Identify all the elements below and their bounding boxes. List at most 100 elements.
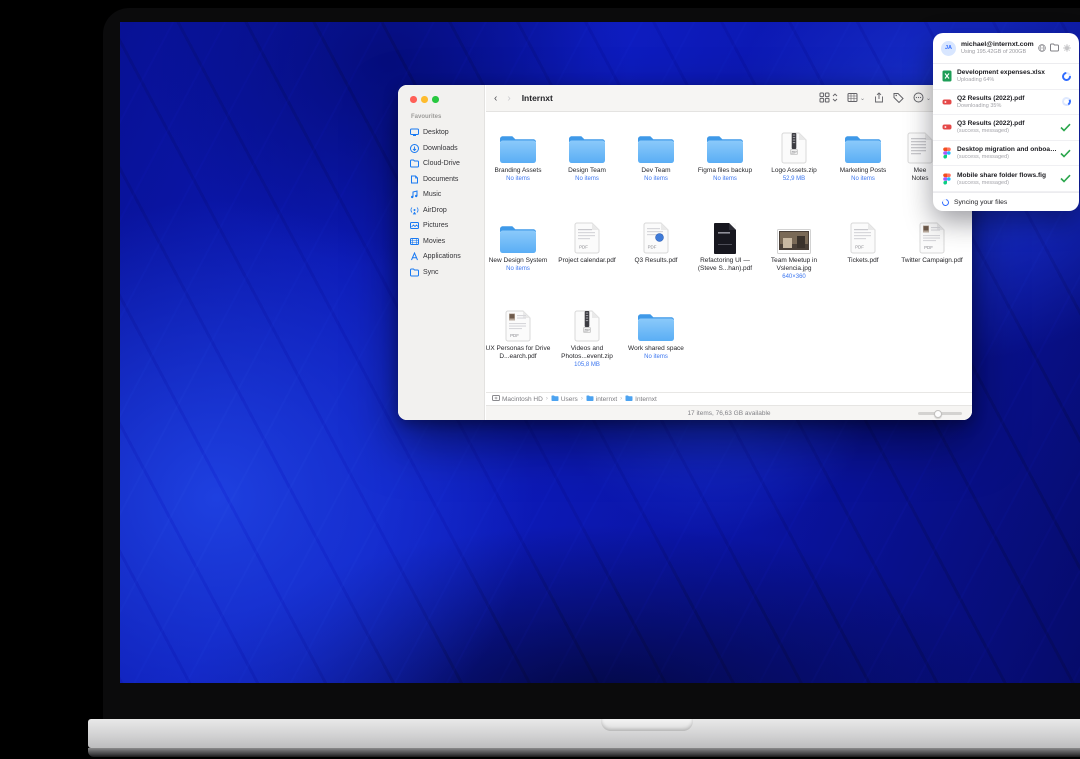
account-email: michael@internxt.com xyxy=(961,41,1038,48)
file-name: UX Personas for Drive D...earch.pdf xyxy=(486,345,553,361)
file-subtitle: 640×360 xyxy=(759,273,829,281)
globe-icon[interactable] xyxy=(1038,39,1046,57)
sync-file-name: Q2 Results (2022).pdf xyxy=(957,95,1059,102)
sync-file-status: (success, messaged) xyxy=(957,180,1059,186)
breadcrumb-item[interactable]: Internxt xyxy=(625,394,657,404)
sidebar-item-label: Desktop xyxy=(423,129,449,136)
tag-button[interactable] xyxy=(893,90,904,108)
sidebar-item-sync[interactable]: Sync xyxy=(406,265,480,281)
file-item[interactable]: Refactoring UI — (Steve S...han).pdf xyxy=(690,220,760,273)
file-name: Videos and Photos...event.zip xyxy=(552,345,622,361)
breadcrumb-label: Internxt xyxy=(635,396,657,403)
file-name: Team Meetup in Vslencia.jpg xyxy=(759,257,829,273)
file-item[interactable]: Work shared spaceNo items xyxy=(621,308,691,361)
sync-file-name: Desktop migration and onboardi... xyxy=(957,146,1059,153)
file-icon xyxy=(690,220,760,254)
breadcrumb-separator: › xyxy=(546,396,548,402)
breadcrumb-item[interactable]: internxt xyxy=(586,394,617,404)
file-item[interactable]: Dev TeamNo items xyxy=(621,130,691,183)
file-item[interactable]: PDFProject calendar.pdf xyxy=(552,220,622,265)
file-item[interactable]: PDF Tickets.pdf xyxy=(828,220,898,265)
sidebar-item-documents[interactable]: Documents xyxy=(406,172,480,188)
svg-text:PDF: PDF xyxy=(579,245,588,250)
figma-file-icon xyxy=(941,147,952,159)
breadcrumb-separator: › xyxy=(581,396,583,402)
group-view-icon xyxy=(847,90,858,108)
sync-file-row[interactable]: Mobile share folder flows.fig(success, m… xyxy=(933,166,1079,192)
laptop-base xyxy=(88,719,1080,748)
file-subtitle: 52,9 MB xyxy=(759,175,829,183)
file-icon: ZIP xyxy=(759,130,829,164)
folder-icon[interactable] xyxy=(1050,39,1059,57)
file-item[interactable]: Branding AssetsNo items xyxy=(486,130,553,183)
breadcrumb-label: Users xyxy=(561,396,578,403)
file-item[interactable]: New Design SystemNo items xyxy=(486,220,553,273)
tag-icon xyxy=(893,90,904,108)
sync-file-name: Mobile share folder flows.fig xyxy=(957,172,1059,179)
sidebar-item-airdrop[interactable]: AirDrop xyxy=(406,203,480,219)
file-subtitle: No items xyxy=(690,175,760,183)
file-item[interactable]: Team Meetup in Vslencia.jpg640×360 xyxy=(759,220,829,281)
file-subtitle: No items xyxy=(486,265,553,273)
share-button[interactable] xyxy=(874,90,884,108)
sync-file-row[interactable]: Q2 Results (2022).pdfDownloading 35% xyxy=(933,90,1079,116)
file-item[interactable]: Figma files backupNo items xyxy=(690,130,760,183)
file-item[interactable]: PDFTwitter Campaign.pdf xyxy=(897,220,967,265)
sync-file-name: Development expenses.xlsx xyxy=(957,69,1059,76)
file-name: Tickets.pdf xyxy=(828,257,898,265)
folder-icon xyxy=(410,268,419,277)
file-item[interactable]: ZIPVideos and Photos...event.zip105,8 MB xyxy=(552,308,622,369)
applications-icon xyxy=(410,252,419,261)
sidebar-item-label: Documents xyxy=(423,176,458,183)
slider-thumb[interactable] xyxy=(934,410,942,418)
icon-view-button[interactable] xyxy=(819,90,838,108)
sync-file-row[interactable]: Q3 Results (2022).pdf(success, messaged) xyxy=(933,115,1079,141)
file-item[interactable]: Design TeamNo items xyxy=(552,130,622,183)
small-folder-icon xyxy=(625,394,633,404)
breadcrumb-item[interactable]: Users xyxy=(551,394,578,404)
sidebar-item-cloud-drive[interactable]: Cloud-Drive xyxy=(406,156,480,172)
svg-text:ZIP: ZIP xyxy=(584,329,590,333)
file-item[interactable]: PDF UX Personas for Drive D...earch.pdf xyxy=(486,308,553,361)
file-item[interactable]: ZIPLogo Assets.zip52,9 MB xyxy=(759,130,829,183)
sync-file-row[interactable]: Development expenses.xlsxUploading 64% xyxy=(933,64,1079,90)
sidebar-item-applications[interactable]: Applications xyxy=(406,249,480,265)
sidebar-item-label: Movies xyxy=(423,238,445,245)
svg-text:PDF: PDF xyxy=(510,333,519,338)
sync-spinner-icon xyxy=(941,197,951,207)
breadcrumb-item[interactable]: Macintosh HD xyxy=(492,394,543,404)
group-view-button[interactable]: ⌄ xyxy=(847,90,865,108)
close-button[interactable] xyxy=(410,96,417,103)
svg-text:PDF: PDF xyxy=(855,245,864,250)
sidebar-item-label: Music xyxy=(423,191,441,198)
file-item[interactable]: PDFQ3 Results.pdf xyxy=(621,220,691,265)
chevron-down-icon: ⌄ xyxy=(860,95,865,102)
finder-toolbar: ‹ › Internxt ⌄ ⌄ xyxy=(486,85,972,112)
file-icon: PDF xyxy=(897,220,967,254)
pictures-icon xyxy=(410,221,419,230)
back-button[interactable]: ‹ xyxy=(494,93,497,104)
maximize-button[interactable] xyxy=(432,96,439,103)
sidebar-item-downloads[interactable]: Downloads xyxy=(406,141,480,157)
gear-icon[interactable] xyxy=(1063,39,1071,57)
file-name: Design Team xyxy=(552,167,622,175)
sidebar-item-desktop[interactable]: Desktop xyxy=(406,125,480,141)
folder-icon xyxy=(486,130,553,164)
sync-status-text: Syncing your files xyxy=(954,199,1007,206)
check-icon xyxy=(1059,174,1071,183)
more-actions-button[interactable]: ⌄ xyxy=(913,90,931,108)
widget-header: JA michael@internxt.com Using 195.42GB o… xyxy=(933,33,1079,64)
forward-button[interactable]: › xyxy=(507,93,510,104)
sync-file-row[interactable]: Desktop migration and onboardi...(succes… xyxy=(933,141,1079,167)
sidebar-item-music[interactable]: Music xyxy=(406,187,480,203)
icon-size-slider[interactable] xyxy=(918,412,962,415)
sidebar-item-pictures[interactable]: Pictures xyxy=(406,218,480,234)
sidebar-item-label: Sync xyxy=(423,269,439,276)
window-title: Internxt xyxy=(522,93,553,103)
sidebar-item-movies[interactable]: Movies xyxy=(406,234,480,250)
minimize-button[interactable] xyxy=(421,96,428,103)
pdf-file-icon xyxy=(941,121,952,133)
avatar: JA xyxy=(941,41,956,56)
sidebar-item-label: Pictures xyxy=(423,222,448,229)
file-icon: PDF xyxy=(621,220,691,254)
